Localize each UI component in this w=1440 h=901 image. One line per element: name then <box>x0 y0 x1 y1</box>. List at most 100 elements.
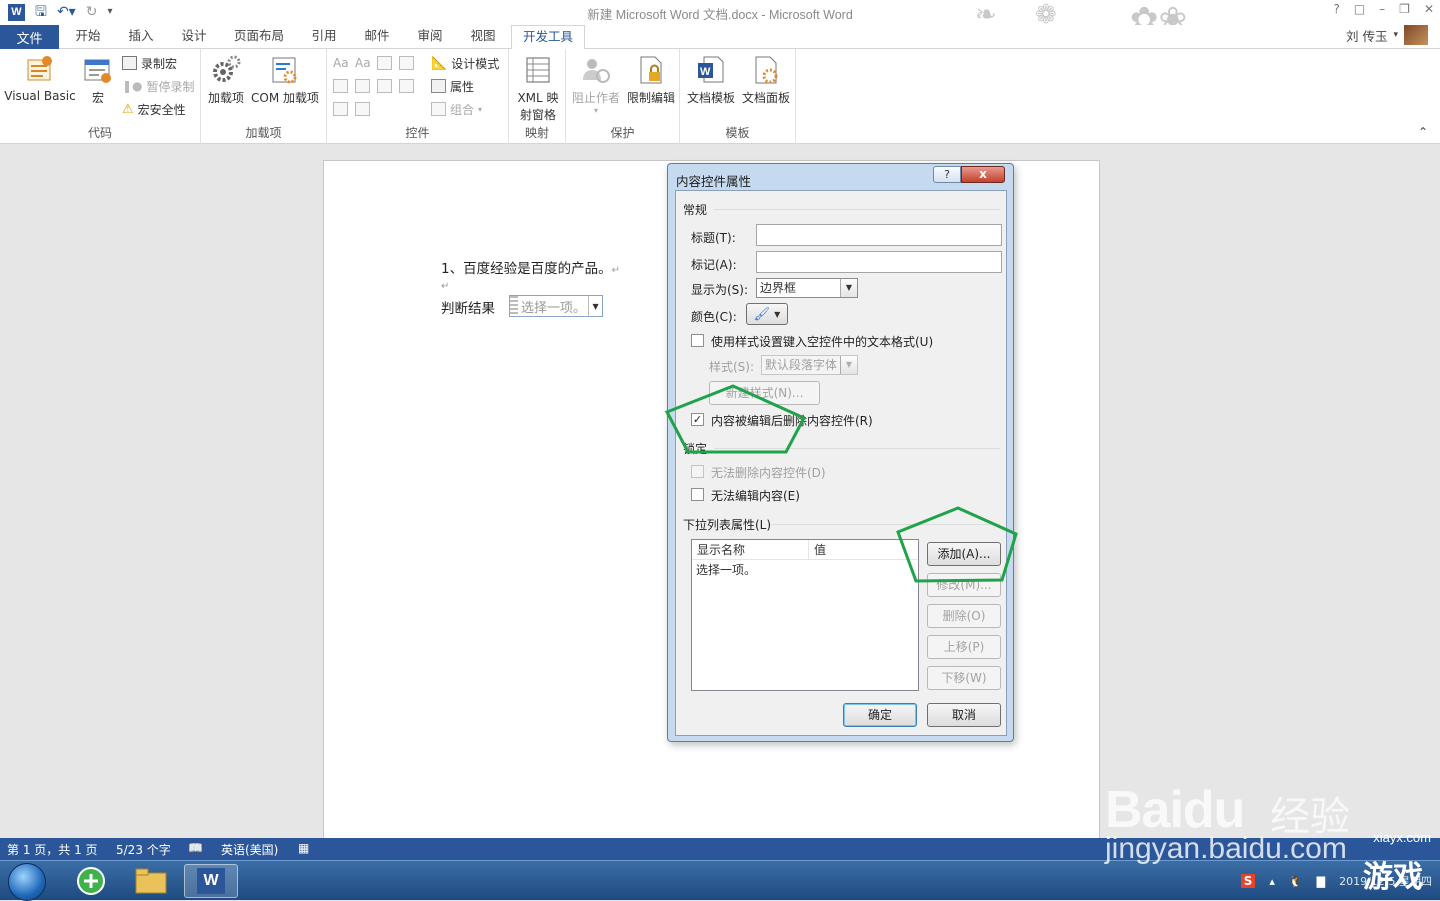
add-button[interactable]: 添加(A)... <box>927 542 1001 566</box>
word-taskbar-icon[interactable]: W <box>184 864 238 898</box>
clock[interactable]: 2019/12/5 星期四 <box>1339 874 1432 889</box>
move-down-button[interactable]: 下移(W) <box>927 666 1001 690</box>
title-input[interactable] <box>756 224 1002 246</box>
tab-insert[interactable]: 插入 <box>116 25 166 49</box>
pause-recording-button[interactable]: ❚● 暂停录制 <box>122 76 195 96</box>
remove-when-edited-checkbox[interactable]: ✓ <box>691 413 704 426</box>
design-mode-button[interactable]: 📐 设计模式 <box>431 53 499 73</box>
com-addins-button[interactable]: COM 加载项 <box>247 54 323 106</box>
use-style-label: 使用样式设置键入空控件中的文本格式(U) <box>711 335 934 349</box>
ribbon-display-icon[interactable]: □ <box>1354 2 1365 16</box>
restrict-editing-button[interactable]: 限制编辑 <box>624 54 678 106</box>
ok-button[interactable]: 确定 <box>843 703 917 727</box>
picture-control-icon[interactable] <box>377 56 392 70</box>
show-hidden-icons[interactable]: ▴ <box>1269 875 1275 888</box>
delete-button[interactable]: 删除(O) <box>927 604 1001 628</box>
collapse-ribbon-icon[interactable]: ⌃ <box>1418 125 1428 139</box>
tab-developer[interactable]: 开发工具 <box>511 25 585 50</box>
help-icon[interactable]: ? <box>1333 2 1339 16</box>
group-label-protect: 保护 <box>610 126 635 140</box>
use-style-checkbox[interactable] <box>691 334 704 347</box>
column-display-name[interactable]: 显示名称 <box>692 540 809 559</box>
macro-record-icon[interactable]: ▦ <box>298 841 309 855</box>
tab-view[interactable]: 视图 <box>459 25 507 49</box>
document-panel-button[interactable]: 文档面板 <box>738 54 794 106</box>
visual-basic-icon <box>25 54 55 86</box>
rich-text-control-button[interactable]: Aa <box>333 53 349 73</box>
macro-security-button[interactable]: ⚠ 宏安全性 <box>122 99 186 119</box>
document-line-1[interactable]: 1、百度经验是百度的产品。↵ <box>441 257 620 277</box>
group-controls: Aa Aa 📐 设计模式 属性 组合 ▾ 控件 <box>327 49 509 144</box>
maximize-icon[interactable]: ❐ <box>1399 2 1410 16</box>
move-up-button[interactable]: 上移(P) <box>927 635 1001 659</box>
file-explorer-icon[interactable] <box>124 864 178 898</box>
tab-home[interactable]: 开始 <box>63 25 113 49</box>
dropdown-list[interactable]: 显示名称 值 选择一项。 <box>691 539 919 691</box>
content-control-properties-dialog: 内容控件属性 ? x 常规 标题(T): 标记(A): 显示为(S): 边界框 … <box>667 163 1014 742</box>
tab-references[interactable]: 引用 <box>300 25 348 49</box>
word-count[interactable]: 5/23 个字 <box>116 841 171 858</box>
tag-input[interactable] <box>756 251 1002 273</box>
show-as-select[interactable]: 边界框 ▼ <box>756 278 858 298</box>
column-value[interactable]: 值 <box>809 540 826 559</box>
language-indicator[interactable]: 英语(美国) <box>221 841 278 858</box>
plain-text-control-button[interactable]: Aa <box>355 53 371 73</box>
start-button[interactable] <box>8 863 46 901</box>
qq-icon[interactable]: 🐧 <box>1289 875 1303 888</box>
new-style-button[interactable]: 新建样式(N)... <box>709 381 820 405</box>
close-button[interactable]: x <box>961 166 1005 183</box>
building-block-icon[interactable] <box>399 56 414 70</box>
divider <box>772 524 1000 525</box>
document-template-button[interactable]: W 文档模板 <box>684 54 738 106</box>
properties-button[interactable]: 属性 <box>431 76 474 96</box>
legacy-tools-icon[interactable] <box>355 102 370 116</box>
visual-basic-button[interactable]: Visual Basic <box>4 54 76 103</box>
network-icon[interactable]: ▇ <box>1317 875 1325 888</box>
group-mapping: XML 映 射窗格 映射 <box>509 49 566 144</box>
dropdown-control-icon[interactable] <box>377 79 392 93</box>
addins-button[interactable]: 加载项 <box>205 54 247 106</box>
group-button[interactable]: 组合 ▾ <box>431 99 482 119</box>
ime-icon[interactable]: S <box>1240 874 1256 888</box>
combo-box-control-icon[interactable] <box>355 79 370 93</box>
list-item[interactable]: 选择一项。 <box>692 560 918 580</box>
tab-page-layout[interactable]: 页面布局 <box>224 25 294 49</box>
tab-review[interactable]: 审阅 <box>406 25 454 49</box>
cannot-edit-checkbox[interactable] <box>691 488 704 501</box>
block-authors-button[interactable]: 阻止作者 ▾ <box>570 54 622 115</box>
lock-document-icon <box>636 54 666 86</box>
document-template-icon: W <box>696 54 726 86</box>
modify-button[interactable]: 修改(M)... <box>927 573 1001 597</box>
ribbon-tabs: 文件 开始 插入 设计 页面布局 引用 邮件 审阅 视图 开发工具 刘 传玉 ▾ <box>0 25 1440 50</box>
xml-mapping-pane-button[interactable]: XML 映 射窗格 <box>511 54 565 123</box>
minimize-icon[interactable]: – <box>1379 2 1385 16</box>
close-icon[interactable]: ✕ <box>1424 2 1434 16</box>
document-empty-line[interactable]: ↵ <box>441 277 449 293</box>
tab-design[interactable]: 设计 <box>169 25 219 49</box>
color-picker-button[interactable]: 🖌 ▼ <box>746 303 788 325</box>
cancel-button[interactable]: 取消 <box>927 703 1001 727</box>
proofing-icon[interactable]: 📖 <box>188 841 203 855</box>
style-select[interactable]: 默认段落字体 ▼ <box>761 355 858 375</box>
tab-mailings[interactable]: 邮件 <box>353 25 401 49</box>
page-count[interactable]: 第 1 页，共 1 页 <box>7 841 98 858</box>
divider <box>714 209 1000 210</box>
checkbox-control-icon[interactable] <box>333 79 348 93</box>
title-bar: W 🖫 ↶▾ ↻ ▾ 新建 Microsoft Word 文档.docx - M… <box>0 0 1440 40</box>
cannot-delete-checkbox[interactable] <box>691 465 704 478</box>
cannot-edit-label: 无法编辑内容(E) <box>711 489 800 503</box>
date-picker-icon[interactable] <box>399 79 414 93</box>
group-label-controls: 控件 <box>405 126 430 140</box>
content-control-handle[interactable] <box>510 296 518 316</box>
user-account[interactable]: 刘 传玉 ▾ <box>1346 25 1428 45</box>
record-macro-button[interactable]: 录制宏 <box>122 53 177 73</box>
repeating-section-icon[interactable] <box>333 102 348 116</box>
chevron-down-icon[interactable]: ▼ <box>588 296 602 316</box>
cannot-delete-label: 无法删除内容控件(D) <box>711 466 826 480</box>
macros-button[interactable]: 宏 <box>80 54 116 106</box>
dropdown-content-control[interactable]: 选择一项。 ▼ <box>509 295 604 317</box>
browser-icon[interactable] <box>64 864 118 898</box>
tab-file[interactable]: 文件 <box>0 25 59 49</box>
help-button[interactable]: ? <box>933 166 961 183</box>
xml-mapping-icon <box>523 54 553 86</box>
